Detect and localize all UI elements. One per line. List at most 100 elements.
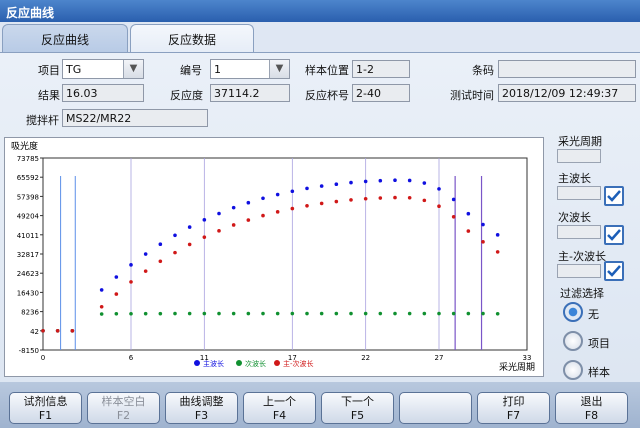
sample-blank-button[interactable]: 样本空白 F2	[87, 392, 160, 424]
chevron-down-icon[interactable]: ▼	[269, 60, 289, 78]
data-point-diff	[481, 240, 485, 244]
filter-sample-label: 样本	[588, 366, 610, 379]
legend-label: 次波长	[245, 359, 266, 368]
main-wave-box[interactable]	[557, 186, 601, 200]
tab-reaction-data[interactable]: 反应数据	[130, 24, 254, 52]
test-time-label: 测试时间	[450, 89, 494, 102]
function-key-bar: 试剂信息 F1 样本空白 F2 曲线调整 F3 上一个 F4 下一个 F5 打印 F7 退出…	[0, 382, 640, 428]
data-point-sub	[275, 311, 280, 316]
data-point-main	[437, 187, 441, 191]
y-tick-label: -8150	[19, 347, 39, 355]
next-button[interactable]: 下一个 F5	[321, 392, 394, 424]
y-tick-label: 42	[30, 328, 39, 336]
stirrer-label: 搅拌杆	[26, 114, 59, 127]
sample-position-label: 样本位置	[305, 64, 349, 77]
button-label: 打印	[502, 395, 525, 408]
data-point-diff	[99, 304, 104, 309]
filter-none-radio[interactable]	[563, 302, 583, 322]
stirrer-field: MS22/MR22	[62, 109, 208, 127]
previous-button[interactable]: 上一个 F4	[243, 392, 316, 424]
data-point-sub	[363, 311, 368, 316]
item-select[interactable]: TG ▼	[62, 59, 144, 79]
data-point-diff	[349, 198, 353, 202]
filter-item-radio[interactable]	[563, 331, 583, 351]
data-point-diff	[451, 214, 456, 219]
data-point-diff	[41, 329, 45, 333]
sample-position-field: 1-2	[352, 60, 410, 78]
main-wave-checkbox[interactable]	[604, 186, 624, 206]
data-point-diff	[407, 196, 412, 200]
data-point-main	[261, 196, 265, 201]
data-point-main	[407, 178, 412, 183]
x-tick-label: 33	[523, 354, 532, 362]
data-point-main	[349, 180, 353, 185]
data-point-sub	[261, 311, 265, 316]
legend-marker	[274, 360, 280, 366]
data-point-main	[290, 189, 295, 194]
barcode-field	[498, 60, 636, 78]
data-point-diff	[305, 203, 309, 208]
data-point-sub	[129, 311, 133, 316]
data-point-main	[246, 200, 251, 205]
data-point-main	[451, 197, 456, 202]
button-key: F2	[116, 409, 131, 422]
diff-wave-checkbox[interactable]	[604, 261, 624, 281]
data-point-sub	[378, 311, 383, 316]
blank-f6-button[interactable]	[399, 392, 472, 424]
filter-sample-radio[interactable]	[563, 360, 583, 380]
item-label: 项目	[38, 64, 60, 77]
y-tick-label: 16430	[17, 289, 39, 297]
data-point-diff	[158, 259, 163, 264]
data-point-diff	[246, 218, 251, 222]
data-point-main	[129, 263, 133, 267]
data-point-sub	[481, 311, 485, 316]
data-point-diff	[187, 242, 192, 247]
data-point-sub	[437, 311, 441, 316]
data-point-sub	[187, 311, 192, 316]
sub-wave-label: 次波长	[558, 211, 591, 224]
filter-none-label: 无	[588, 308, 599, 321]
chevron-down-icon[interactable]: ▼	[123, 60, 143, 78]
diff-wave-box[interactable]	[557, 264, 601, 278]
data-point-diff	[290, 206, 295, 211]
reagent-info-button[interactable]: 试剂信息 F1	[9, 392, 82, 424]
data-point-diff	[114, 292, 119, 296]
curve-adjust-button[interactable]: 曲线调整 F3	[165, 392, 238, 424]
data-point-diff	[437, 204, 441, 209]
tab-reaction-curve[interactable]: 反应曲线	[2, 24, 128, 52]
data-point-sub	[334, 311, 339, 316]
print-button[interactable]: 打印 F7	[477, 392, 550, 424]
data-point-sub	[451, 311, 456, 316]
data-point-diff	[231, 223, 236, 227]
sampling-period-label: 采光周期	[558, 135, 602, 148]
y-tick-label: 24623	[17, 270, 39, 278]
exit-button[interactable]: 退出 F8	[555, 392, 628, 424]
data-point-main	[378, 178, 383, 183]
data-point-sub	[305, 311, 309, 316]
data-point-diff	[393, 195, 397, 200]
button-label: 试剂信息	[23, 395, 68, 408]
y-tick-label: 57398	[17, 193, 39, 201]
sub-wave-box[interactable]	[557, 225, 601, 239]
reaction-chart-panel: 吸光度 采光周期 73785 65592 57398 49204 41011 32817 246…	[4, 137, 544, 377]
reaction-field: 37114.2	[210, 84, 290, 102]
data-point-sub	[246, 311, 251, 316]
data-point-diff	[275, 210, 280, 214]
number-select[interactable]: 1 ▼	[210, 59, 290, 79]
data-point-diff	[319, 201, 324, 206]
data-point-sub	[466, 311, 471, 316]
data-point-sub	[422, 311, 427, 316]
legend-marker	[194, 360, 200, 366]
data-point-main	[173, 233, 177, 238]
sampling-period-box[interactable]	[557, 149, 601, 163]
data-point-sub	[495, 311, 500, 316]
button-key: F7	[506, 409, 521, 422]
button-key: F8	[584, 409, 599, 422]
data-point-sub	[290, 311, 295, 316]
data-point-main	[319, 184, 324, 188]
y-tick-label: 8236	[21, 309, 39, 317]
data-point-main	[393, 178, 397, 183]
x-tick-label: 0	[41, 354, 45, 362]
data-point-main	[466, 211, 471, 216]
sub-wave-checkbox[interactable]	[604, 225, 624, 245]
